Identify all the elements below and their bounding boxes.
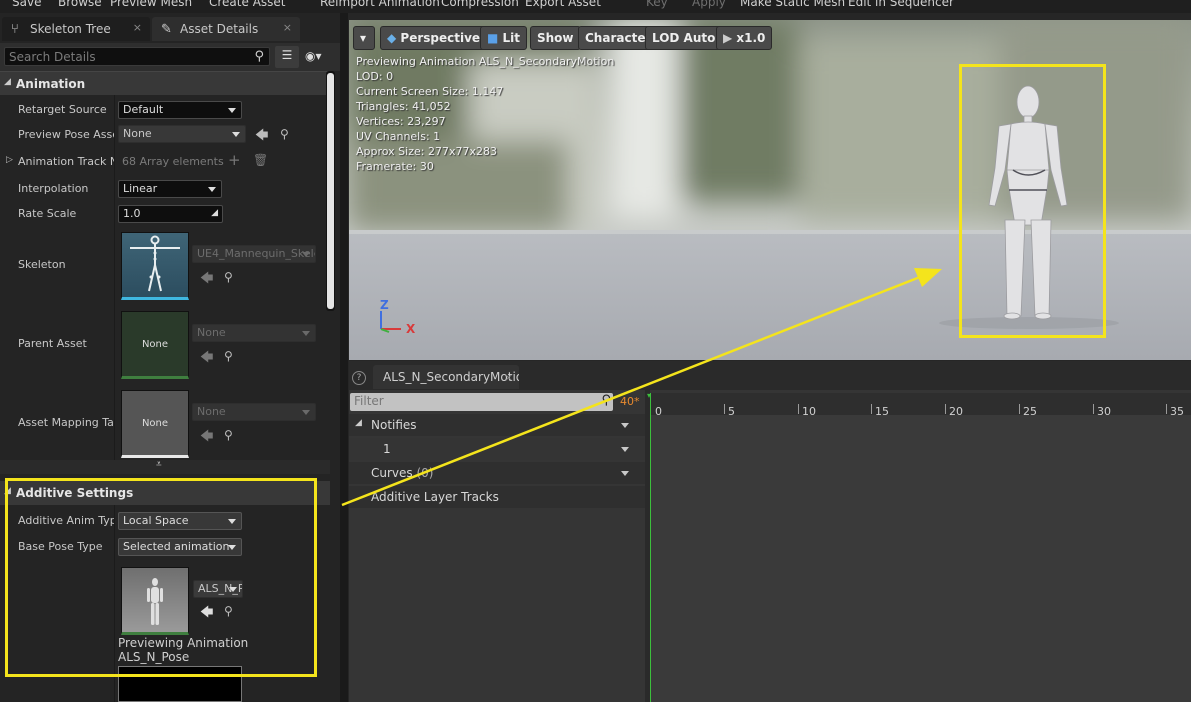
annotation-arrow	[341, 268, 942, 507]
persona-editor: Save Browse Preview Mesh Create Asset Re…	[0, 0, 1191, 702]
